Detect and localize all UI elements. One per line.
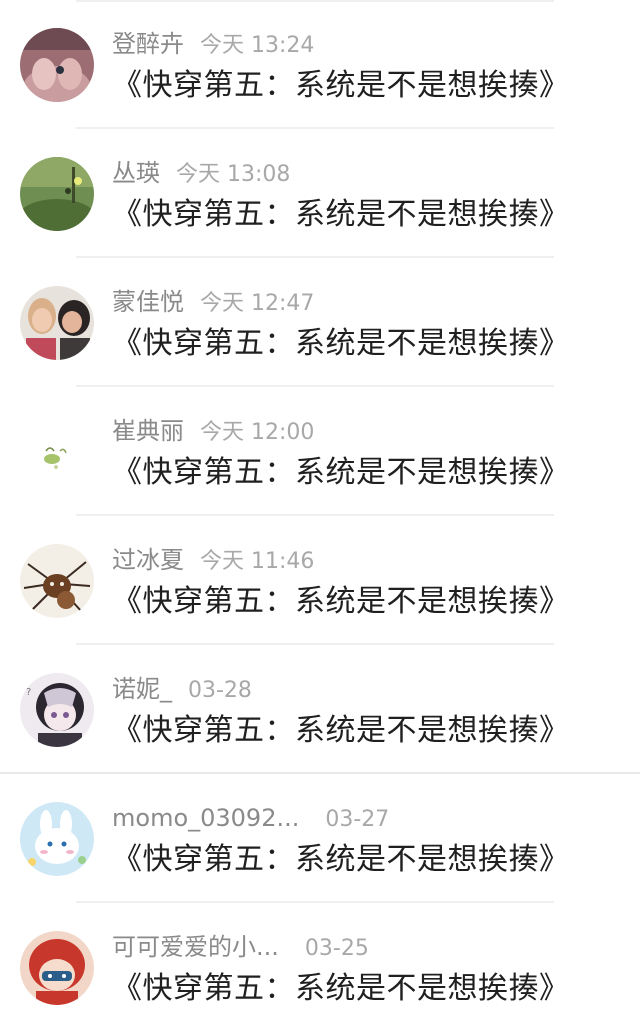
username[interactable]: 诺妮_ bbox=[112, 675, 172, 703]
comment-time: 今天 12:47 bbox=[200, 291, 315, 316]
comment-item[interactable]: momo_03092... 03-27 《快穿第五：系统是不是想挨揍》 bbox=[0, 774, 640, 903]
user-avatar[interactable] bbox=[20, 286, 94, 360]
comment-item[interactable]: 蒙佳悦 今天 12:47 《快穿第五：系统是不是想挨揍》 bbox=[0, 258, 640, 387]
comment-text: 《快穿第五：系统是不是想挨揍》 bbox=[112, 197, 570, 232]
user-avatar[interactable] bbox=[20, 544, 94, 618]
comment-time: 今天 13:24 bbox=[200, 33, 315, 58]
comment-text: 《快穿第五：系统是不是想挨揍》 bbox=[112, 455, 570, 490]
comment-text: 《快穿第五：系统是不是想挨揍》 bbox=[112, 971, 570, 1006]
comment-item[interactable]: 丛瑛 今天 13:08 《快穿第五：系统是不是想挨揍》 bbox=[0, 129, 640, 258]
comment-item[interactable]: 过冰夏 今天 11:46 《快穿第五：系统是不是想挨揍》 bbox=[0, 516, 640, 645]
username[interactable]: 丛瑛 bbox=[112, 159, 160, 187]
user-avatar[interactable] bbox=[20, 931, 94, 1005]
comment-time: 今天 13:08 bbox=[176, 162, 291, 187]
user-avatar[interactable]: ? bbox=[20, 673, 94, 747]
comment-item[interactable]: 可可爱爱的小... 03-25 《快穿第五：系统是不是想挨揍》 bbox=[0, 903, 640, 1032]
username[interactable]: 崔典丽 bbox=[112, 417, 184, 445]
comment-list: 登醉卉 今天 13:24 《快穿第五：系统是不是想挨揍》 丛瑛 今天 13:08 《… bbox=[0, 0, 640, 1032]
comment-item[interactable]: ? 诺妮_ 03-28 《快穿第五：系统是不是想挨揍》 bbox=[0, 645, 640, 774]
username[interactable]: momo_03092... bbox=[112, 804, 299, 832]
comment-text: 《快穿第五：系统是不是想挨揍》 bbox=[112, 68, 570, 103]
comment-text: 《快穿第五：系统是不是想挨揍》 bbox=[112, 584, 570, 619]
svg-text:?: ? bbox=[26, 687, 31, 698]
username[interactable]: 登醉卉 bbox=[112, 30, 184, 58]
comment-text: 《快穿第五：系统是不是想挨揍》 bbox=[112, 326, 570, 361]
comment-time: 今天 12:00 bbox=[200, 420, 315, 445]
comment-item[interactable]: 登醉卉 今天 13:24 《快穿第五：系统是不是想挨揍》 bbox=[0, 0, 640, 129]
user-avatar[interactable] bbox=[20, 28, 94, 102]
username[interactable]: 可可爱爱的小... bbox=[112, 933, 279, 961]
comment-time: 今天 11:46 bbox=[200, 549, 315, 574]
user-avatar[interactable] bbox=[20, 802, 94, 876]
comment-text: 《快穿第五：系统是不是想挨揍》 bbox=[112, 713, 570, 748]
user-avatar[interactable] bbox=[20, 157, 94, 231]
comment-time: 03-27 bbox=[325, 807, 390, 832]
user-avatar[interactable] bbox=[20, 415, 94, 489]
comment-time: 03-25 bbox=[304, 936, 369, 961]
comment-text: 《快穿第五：系统是不是想挨揍》 bbox=[112, 842, 570, 877]
comment-item[interactable]: 崔典丽 今天 12:00 《快穿第五：系统是不是想挨揍》 bbox=[0, 387, 640, 516]
username[interactable]: 过冰夏 bbox=[112, 546, 184, 574]
username[interactable]: 蒙佳悦 bbox=[112, 288, 184, 316]
comment-time: 03-28 bbox=[188, 678, 252, 703]
